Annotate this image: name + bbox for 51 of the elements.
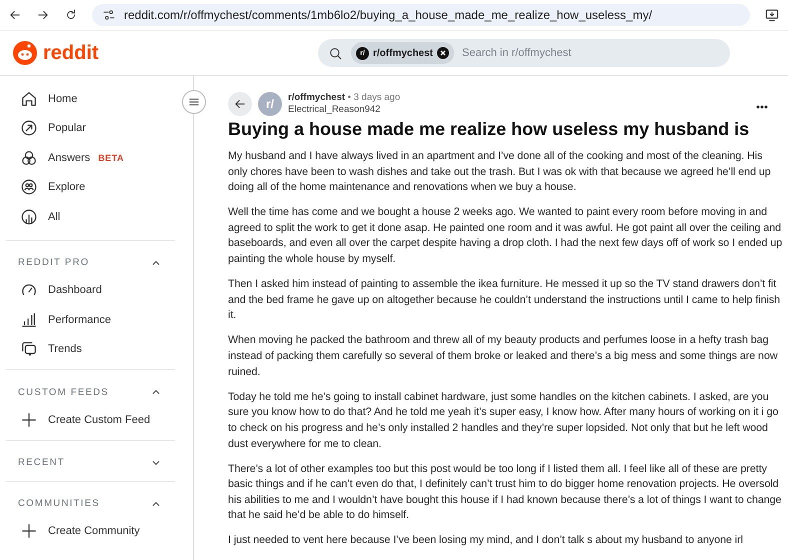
sidebar-item[interactable]: Create Community [6,516,175,546]
plus-icon [20,522,38,540]
section-header[interactable]: REDDIT PRO [6,250,175,276]
sidebar-item[interactable]: Trends [6,334,175,364]
sidebar-item[interactable]: Performance [6,305,175,334]
sidebar-item[interactable]: Dashboard [6,276,175,305]
section-header[interactable]: CUSTOM FEEDS [6,379,175,405]
sidebar-item[interactable]: Home [6,84,193,114]
address-bar[interactable]: reddit.com/r/offmychest/comments/1mb6lo2/buying_a_house_made_me_realize_how_useless_my/ [92,4,750,26]
more-dots-icon [756,104,768,108]
overlapping-circles-icon [20,148,38,167]
author-link[interactable]: Electrical_Reason942 [288,104,400,116]
plus-icon [20,410,38,429]
arrow-circle-icon [20,119,38,138]
post-paragraph: When moving he packed the bathroom and threw all of my beauty products and perfumes loose in a hefty trash bag instead of packing them carefully so several of them broke or leaked and there’s a big mess and some things are now ruined. [228,333,779,380]
chat-stack-icon [20,340,38,358]
section-header[interactable]: COMMUNITIES [6,490,175,516]
search-placeholder: Search in r/offmychest [462,47,572,59]
bar-chart-icon [20,310,38,329]
sidebar-item[interactable]: All [6,202,193,232]
back-arrow-icon [233,97,247,111]
menu-toggle-button[interactable] [182,90,206,114]
post-paragraph: Then I asked him instead of painting to assemble the ikea furniture. He messed it up so the TV stand drawers don’t fit and the bed frame he gave up on altogether because he couldn’t understand the instructions until I came to help finish it. [228,277,782,324]
post-paragraph: Today he told me he’s going to install cabinet hardware, just some handles on the kitchen cabinets. I asked, are you sure you know how to do that? And he told me yeah it’s super easy, I know how. After many hours of working on it i go to check on his progress and he’s only installed 2 handles and they’re super lopsided. Not only that but he left wood dust everywhere for me to clean. [228,390,780,452]
sidebar-item[interactable]: Explore [6,172,193,202]
post-paragraph: My husband and I have always lived in an apartment and I’ve done all of the cooking and most of the cleaning. His only chores have been to wash dishes and take out the trash. But I was ok with that because we agreed he’ll end up doing all of the home maintenance and renovations when we buy a house. [228,149,772,196]
section-header[interactable]: RECENT [6,450,175,476]
alien-logo-icon[interactable] [12,40,38,66]
forward-arrow-icon [36,8,50,22]
chip-label: r/offmychest [373,48,434,58]
beta-label: BETA [98,152,124,163]
post-paragraph: Well the time has come and we bought a house 2 weeks ago. We wanted to paint every room before moving in and agreed to split the work to get it done asap. He painted one room and it was awful. He got paint all over the ceiling and baseboards, and even all over the carpet despite having a drop cloth. I had the next few days off of work so I ended up painting the whole house by myself. [228,205,784,268]
search-icon [328,46,343,60]
install-app-icon [764,7,780,23]
subreddit-link[interactable]: r/offmychest [288,92,346,103]
site-settings-icon [102,8,116,22]
post-paragraph: There’s a lot of other examples too but this post would be too long if I listed them all. I feel like all of these are pretty basic things and if he can’t even do that, I definitely can’t trust him to do bigger home renovation projects. He oversold his abilities to me and I wouldn’t have bought this house if I had known because there’s a lot of things I want to change that he said he’d be able to do himself. [228,462,782,524]
post-title: Buying a house made me realize how useless my husband is [228,119,750,140]
back-button[interactable] [228,92,252,116]
people-circle-icon [20,178,38,196]
post-paragraph: I just needed to vent here because I’ve been losing my mind, and I don’t talk s about my husband to anyone irl [228,533,744,548]
home-icon [20,90,38,108]
bar-circle-icon [20,208,38,226]
back-arrow-icon [8,8,22,22]
reload-icon [64,8,78,22]
close-icon[interactable] [437,47,450,59]
url-text: reddit.com/r/offmychest/comments/1mb6lo2/buying_a_house_made_me_realize_how_useless_my/ [124,8,652,22]
sidebar-item[interactable]: Popular [6,114,193,143]
post-time: • 3 days ago [348,92,400,103]
sidebar-item[interactable]: Create Custom Feed [6,405,175,434]
sidebar-item[interactable]: Answers BETA [6,143,193,172]
